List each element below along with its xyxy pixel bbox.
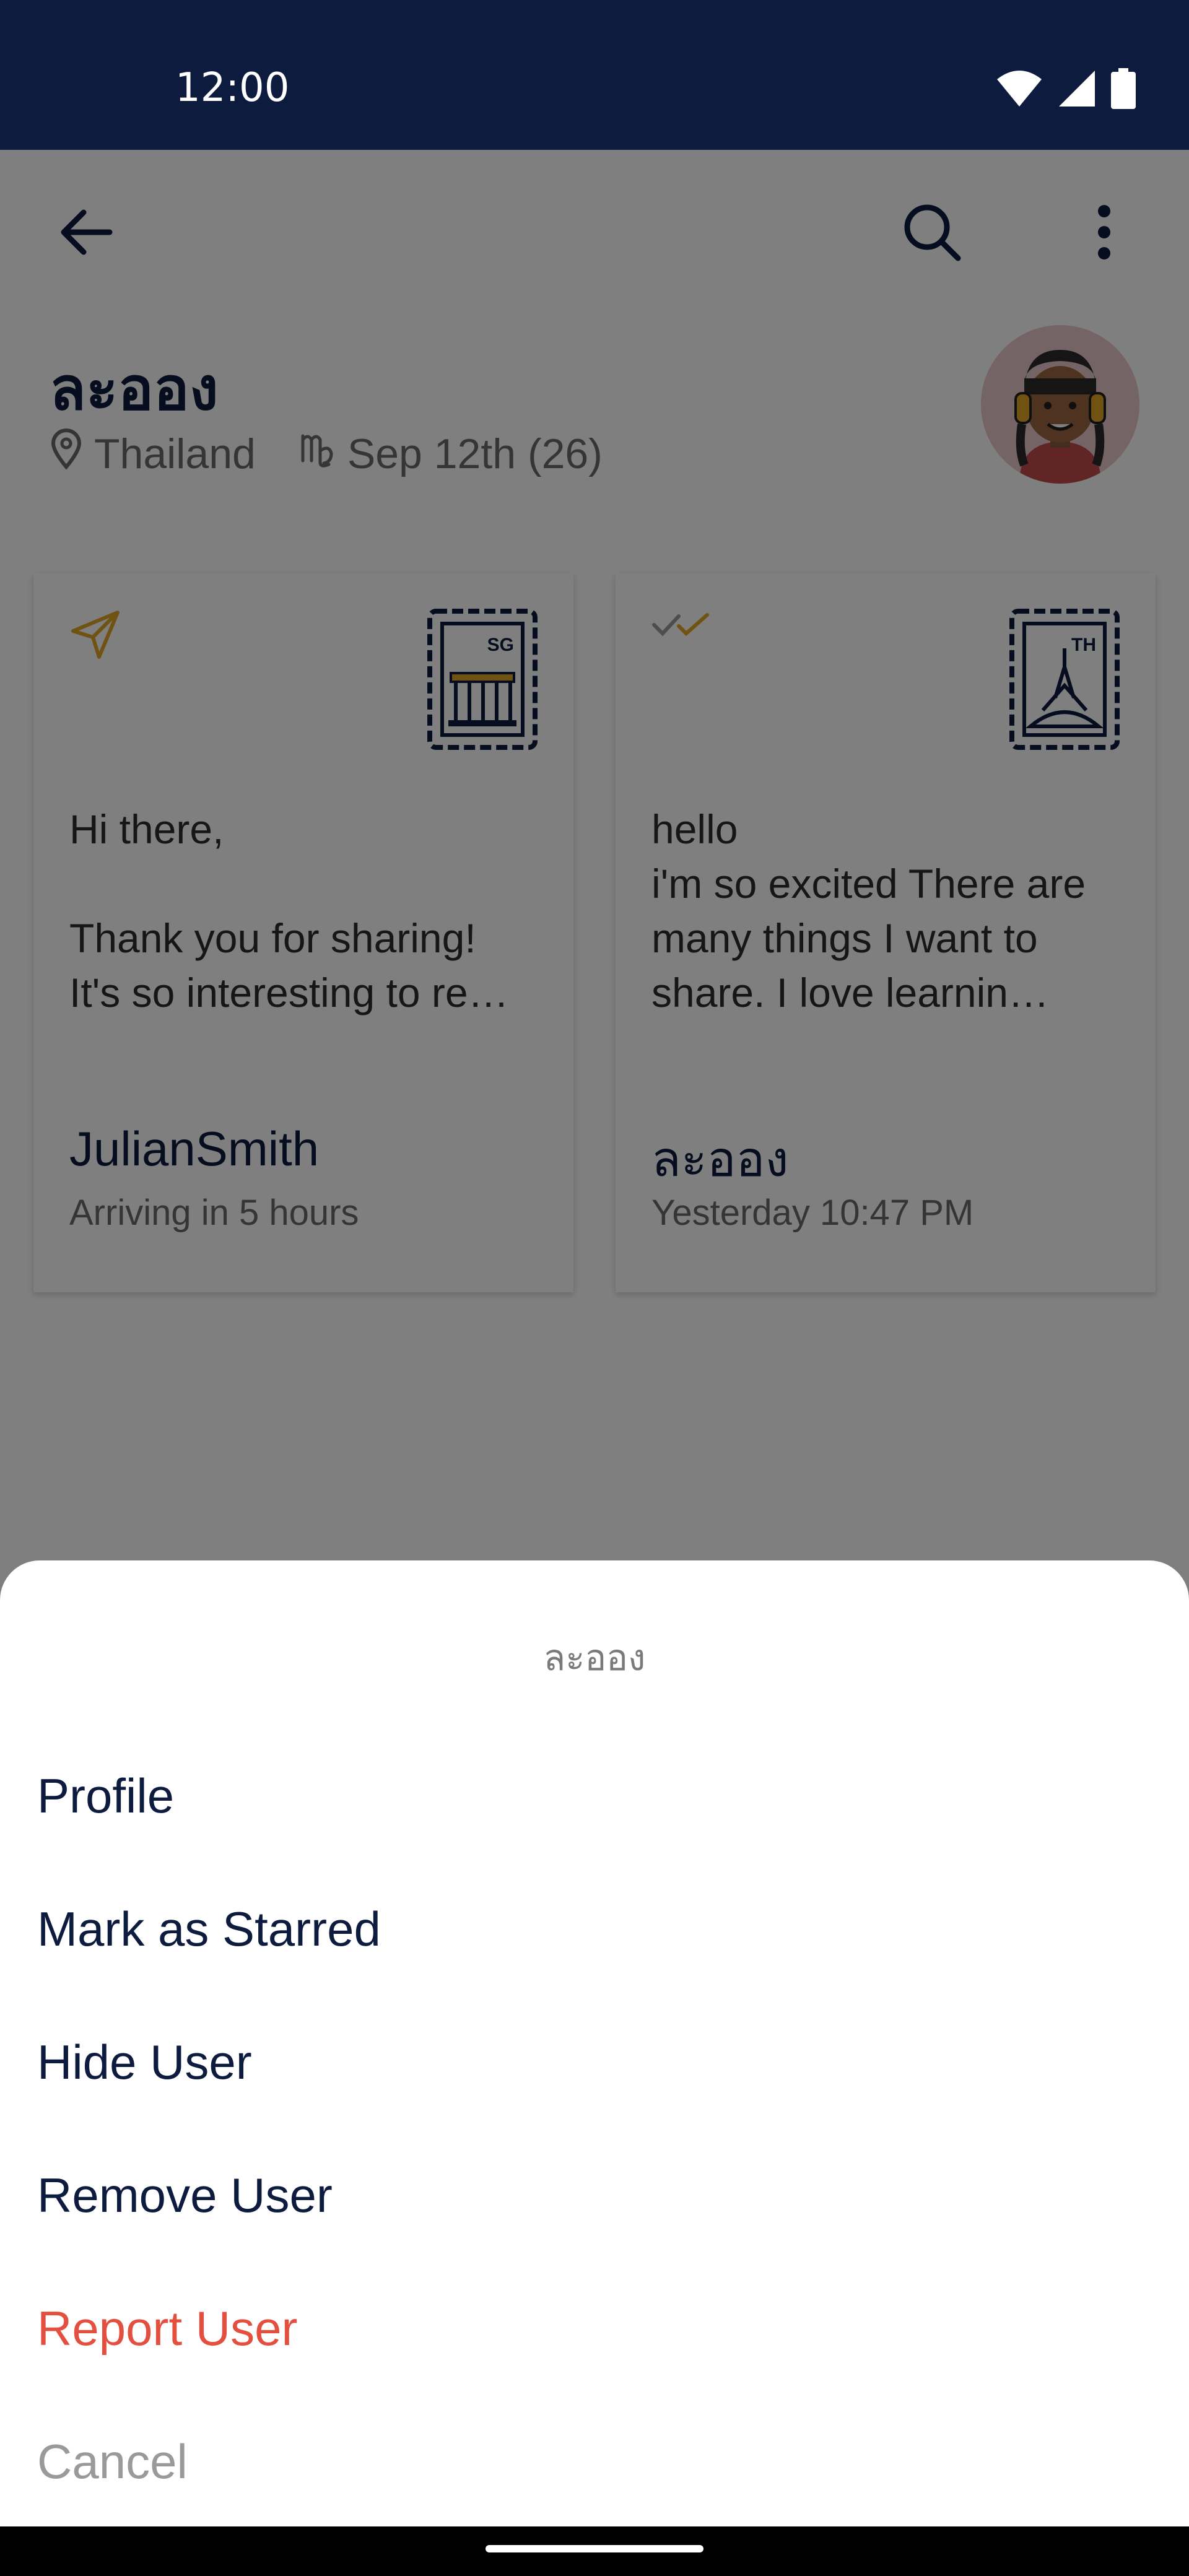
status-time: 12:00 <box>175 65 290 111</box>
status-bar: 12:00 <box>0 0 1189 150</box>
report-user-option[interactable]: Report User <box>37 2300 297 2357</box>
navigation-bar <box>0 2526 1189 2576</box>
battery-icon <box>1111 68 1136 112</box>
profile-option[interactable]: Profile <box>37 1768 174 1824</box>
status-icons <box>996 68 1136 112</box>
home-handle[interactable] <box>486 2545 703 2552</box>
hide-user-option[interactable]: Hide User <box>37 2034 252 2091</box>
sheet-title: ละออง <box>543 1637 646 1679</box>
remove-user-option[interactable]: Remove User <box>37 2167 333 2224</box>
cancel-option[interactable]: Cancel <box>37 2434 188 2490</box>
mark-starred-option[interactable]: Mark as Starred <box>37 1901 381 1957</box>
action-sheet: ละออง Profile Mark as Starred Hide User … <box>0 1560 1189 2526</box>
wifi-icon <box>996 69 1043 111</box>
cell-signal-icon <box>1058 69 1096 111</box>
